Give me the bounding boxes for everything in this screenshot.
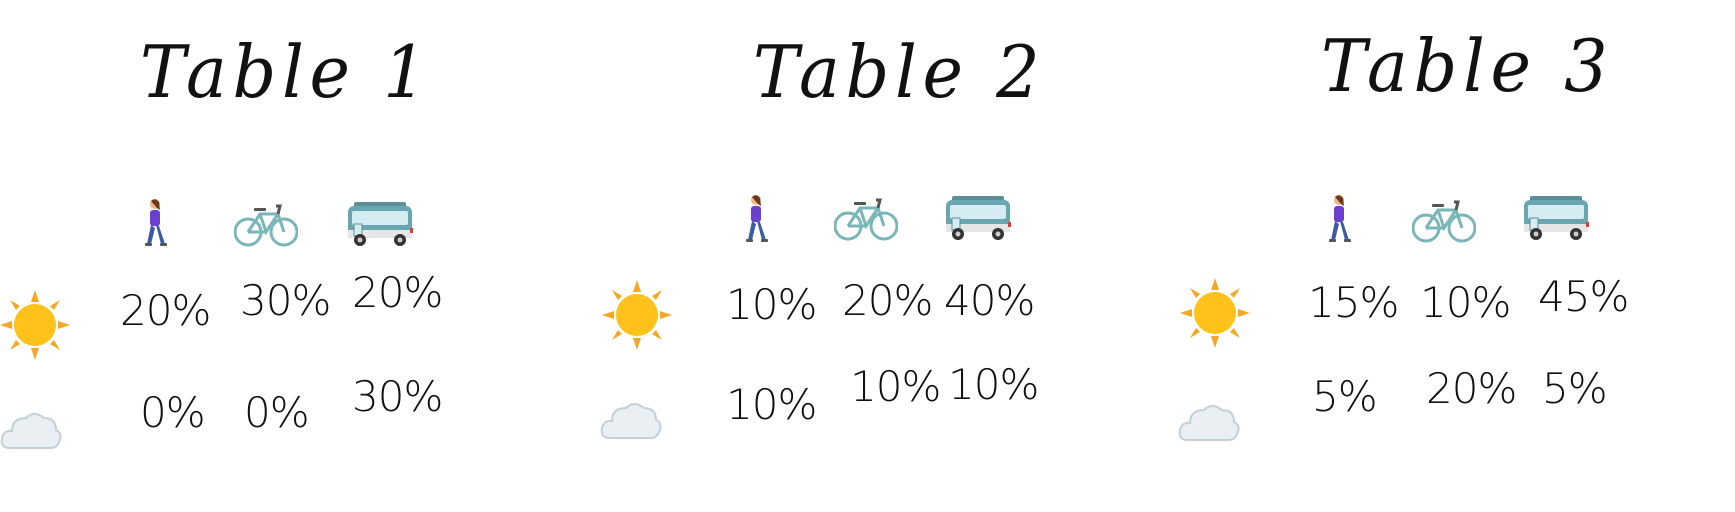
table-cell: 10% [726,380,817,429]
sun-icon [0,290,70,360]
table-cell: 20% [352,268,443,317]
table-cell: 30% [240,276,331,325]
walking-person-icon [145,199,167,246]
table-cell: 10% [1420,278,1511,327]
cloud-icon [0,413,62,449]
table-cell: 30% [352,372,443,421]
bicycle-icon [1412,200,1476,243]
table-cell: 0% [140,388,206,437]
table-3-panel: Table 3 15% 10% 45% 5% 20% 5% [1156,0,1734,512]
walking-person-icon [746,195,768,242]
table-cell: 0% [244,388,310,437]
table-cell: 5% [1542,364,1608,413]
cloud-icon [1178,405,1240,441]
table-cell: 20% [842,276,933,325]
table-cell: 5% [1312,372,1378,421]
table-title: Table 1 [140,30,433,114]
bicycle-icon [834,198,898,241]
cloud-icon [600,403,662,439]
table-2-panel: Table 2 10% 20% 40% 10% 10% 10% [578,0,1156,512]
walking-person-icon [1329,195,1351,242]
bus-icon [1524,196,1589,240]
table-title: Table 2 [753,30,1046,114]
table-1-panel: Table 1 20% 30% 20% 0% 0% 30% [0,0,578,512]
sun-icon [1180,278,1250,348]
table-cell: 40% [944,276,1035,325]
bicycle-icon [234,204,298,247]
table-cell: 45% [1538,272,1629,321]
table-cell: 15% [1308,278,1399,327]
table-title: Table 3 [1321,24,1614,108]
bus-icon [348,202,413,246]
table-cell: 10% [726,280,817,329]
table-cell: 20% [1426,364,1517,413]
sun-icon [602,280,672,350]
table-cell: 20% [120,286,211,335]
bus-icon [946,196,1011,240]
table-cell: 10% [850,362,941,411]
table-cell: 10% [948,360,1039,409]
